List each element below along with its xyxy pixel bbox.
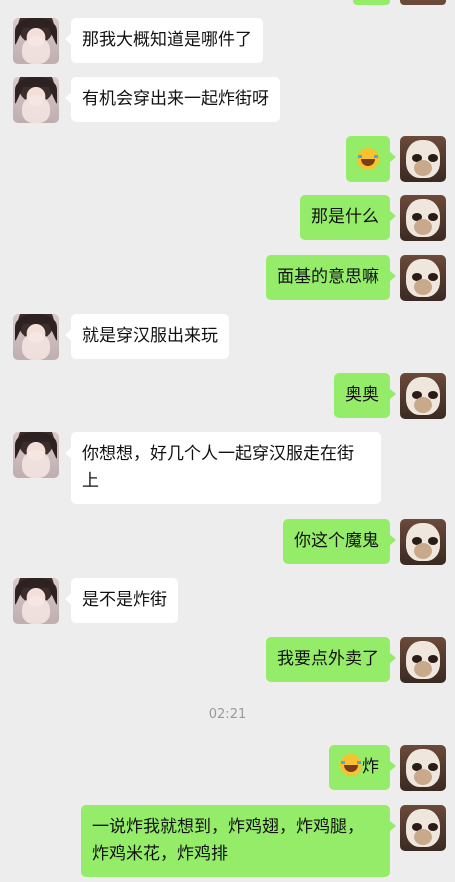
message-text: 炸 (362, 757, 379, 777)
message-text: 是不是炸街 (82, 590, 167, 610)
message-text: 那我大概知道是哪件了 (82, 30, 252, 50)
contact-avatar[interactable] (13, 432, 59, 478)
message-bubble-incoming[interactable]: 你想想，好几个人一起穿汉服走在街上 (65, 432, 381, 504)
message-text: 就是穿汉服出来玩 (82, 326, 218, 346)
laugh-cry-emoji-icon (340, 754, 362, 776)
message-text: 我要点外卖了 (277, 649, 379, 669)
message-bubble-outgoing[interactable]: 我要点外卖了 (266, 637, 396, 682)
message-bubble-incoming[interactable]: 那我大概知道是哪件了 (65, 18, 263, 63)
message-bubble-incoming[interactable]: 就是穿汉服出来玩 (65, 314, 229, 359)
contact-avatar[interactable] (13, 314, 59, 360)
user-avatar[interactable] (400, 637, 446, 683)
message-bubble-outgoing[interactable]: 面基的意思嘛 (266, 255, 396, 300)
user-avatar[interactable] (400, 745, 446, 791)
user-avatar[interactable] (400, 195, 446, 241)
message-bubble-outgoing[interactable]: 那是什么 (300, 195, 396, 240)
user-avatar[interactable] (400, 255, 446, 301)
message-bubble-outgoing[interactable]: 你这个魔鬼 (283, 519, 396, 564)
user-avatar[interactable] (400, 805, 446, 851)
message-text: 那是什么 (311, 207, 379, 227)
chat-timestamp: 02:21 (208, 707, 247, 722)
previous-message-bubble (353, 0, 390, 5)
message-text: 奥奥 (345, 385, 379, 405)
user-avatar[interactable] (400, 373, 446, 419)
message-bubble-outgoing[interactable]: 一说炸我就想到，炸鸡翅，炸鸡腿，炸鸡米花，炸鸡排 (81, 805, 396, 877)
message-bubble-outgoing[interactable]: 炸 (329, 745, 396, 790)
message-text: 你想想，好几个人一起穿汉服走在街上 (82, 444, 354, 491)
message-text: 你这个魔鬼 (294, 531, 379, 551)
message-text: 有机会穿出来一起炸街呀 (82, 89, 269, 109)
contact-avatar[interactable] (13, 578, 59, 624)
message-bubble-incoming[interactable]: 是不是炸街 (65, 578, 178, 623)
message-bubble-outgoing[interactable]: 奥奥 (334, 373, 396, 418)
message-text: 面基的意思嘛 (277, 267, 379, 287)
message-bubble-outgoing[interactable] (346, 136, 396, 182)
user-avatar[interactable] (400, 136, 446, 182)
message-text: 一说炸我就想到，炸鸡翅，炸鸡腿，炸鸡米花，炸鸡排 (92, 817, 364, 864)
user-avatar[interactable] (400, 519, 446, 565)
laugh-cry-emoji-icon (357, 148, 379, 170)
previous-avatar (400, 0, 446, 5)
contact-avatar[interactable] (13, 77, 59, 123)
message-bubble-incoming[interactable]: 有机会穿出来一起炸街呀 (65, 77, 280, 122)
contact-avatar[interactable] (13, 18, 59, 64)
